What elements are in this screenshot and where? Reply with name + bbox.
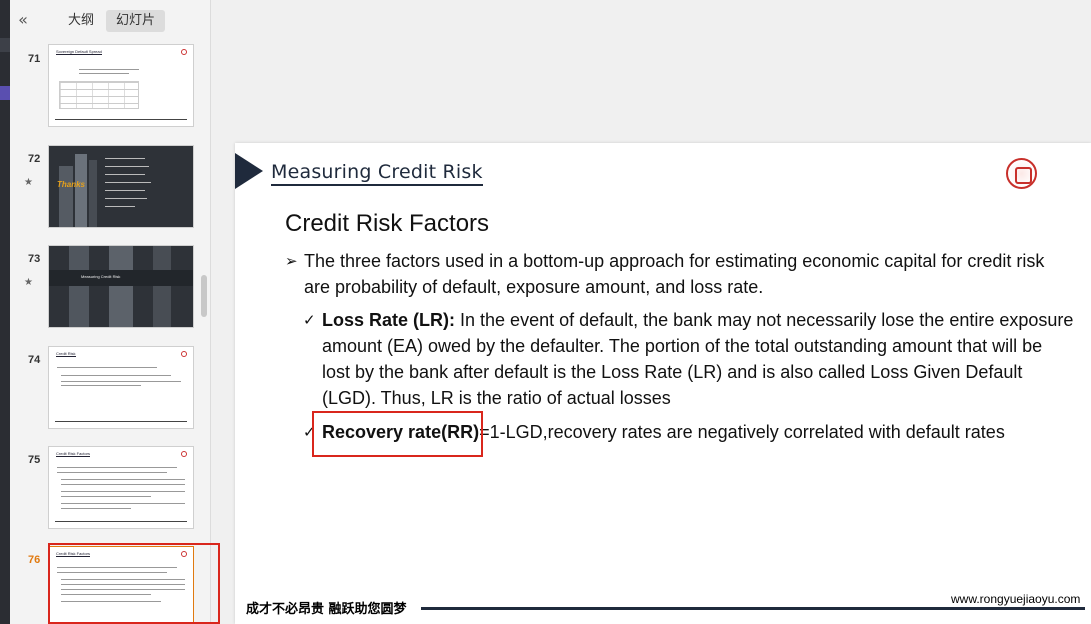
double-chevron-left-icon[interactable]: « [14, 10, 32, 30]
slide-canvas[interactable]: Measuring Credit Risk Credit Risk Factor… [235, 143, 1091, 624]
thumbnail-image[interactable]: Thanks [48, 145, 194, 228]
thumbnail-number: 76 [28, 554, 41, 566]
panel-header: « 大纲 幻灯片 [10, 8, 211, 34]
annotation-highlight-box [312, 411, 483, 457]
check-item-loss-rate: ✓ Loss Rate (LR): In the event of defaul… [303, 307, 1075, 411]
logo-icon [181, 351, 187, 357]
thumbnail-number: 72 [28, 153, 41, 165]
bullet-text: The three factors used in a bottom-up ap… [304, 251, 1045, 297]
thumbnail-image[interactable]: Measuring Credit Risk [48, 245, 194, 328]
table-thumbnail [59, 81, 139, 109]
star-icon: ★ [24, 277, 33, 288]
footer-divider [421, 607, 1085, 610]
thumbnail-title: Sovereign Default Spread [56, 49, 102, 55]
logo-icon [1006, 158, 1037, 189]
logo-icon [181, 451, 187, 457]
checkmark-icon: ✓ [303, 311, 316, 329]
tab-slides[interactable]: 幻灯片 [106, 10, 166, 32]
thumbnail-image[interactable]: Credit Risk [48, 346, 194, 429]
thumbnail-number: 74 [28, 354, 41, 366]
bullet-item: ➢ The three factors used in a bottom-up … [285, 248, 1075, 300]
recovery-rate-text: =1-LGD,recovery rates are negatively cor… [479, 422, 1005, 442]
thumbnail-number: 73 [28, 253, 41, 265]
slide-header: Measuring Credit Risk [271, 161, 483, 186]
search-icon[interactable] [0, 38, 10, 52]
slide-title: Credit Risk Factors [285, 210, 490, 237]
left-edge-strip [0, 0, 10, 624]
loss-rate-term: Loss Rate (LR): [322, 310, 456, 330]
tab-outline[interactable]: 大纲 [58, 10, 104, 32]
header-arrow-icon [235, 153, 263, 189]
footer-url: www.rongyuejiaoyu.com [949, 592, 1083, 606]
thumbnail-image[interactable]: Credit Risk Factors [48, 446, 194, 529]
selection-highlight [48, 543, 220, 624]
thumbnail-number: 71 [28, 53, 41, 65]
thumbnail-title: Credit Risk Factors [56, 451, 91, 457]
logo-icon [181, 49, 187, 55]
slide-panel: « 大纲 幻灯片 71 Sovereign Default Spread 72 … [10, 0, 220, 624]
thumbnail-title: Thanks [57, 180, 86, 189]
thumbnail-image[interactable]: Sovereign Default Spread [48, 44, 194, 127]
footer-slogan: 成才不必昂贵 融跃助您圆梦 [246, 602, 407, 617]
star-icon: ★ [24, 177, 33, 188]
thumbnail-number: 75 [28, 454, 41, 466]
panel-scrollbar[interactable] [201, 275, 207, 317]
thumbnail-title: Measuring Credit Risk [81, 274, 121, 279]
edge-tab-indicator[interactable] [0, 86, 10, 100]
thumbnail-title: Credit Risk [56, 351, 76, 357]
arrow-bullet-icon: ➢ [285, 252, 298, 270]
